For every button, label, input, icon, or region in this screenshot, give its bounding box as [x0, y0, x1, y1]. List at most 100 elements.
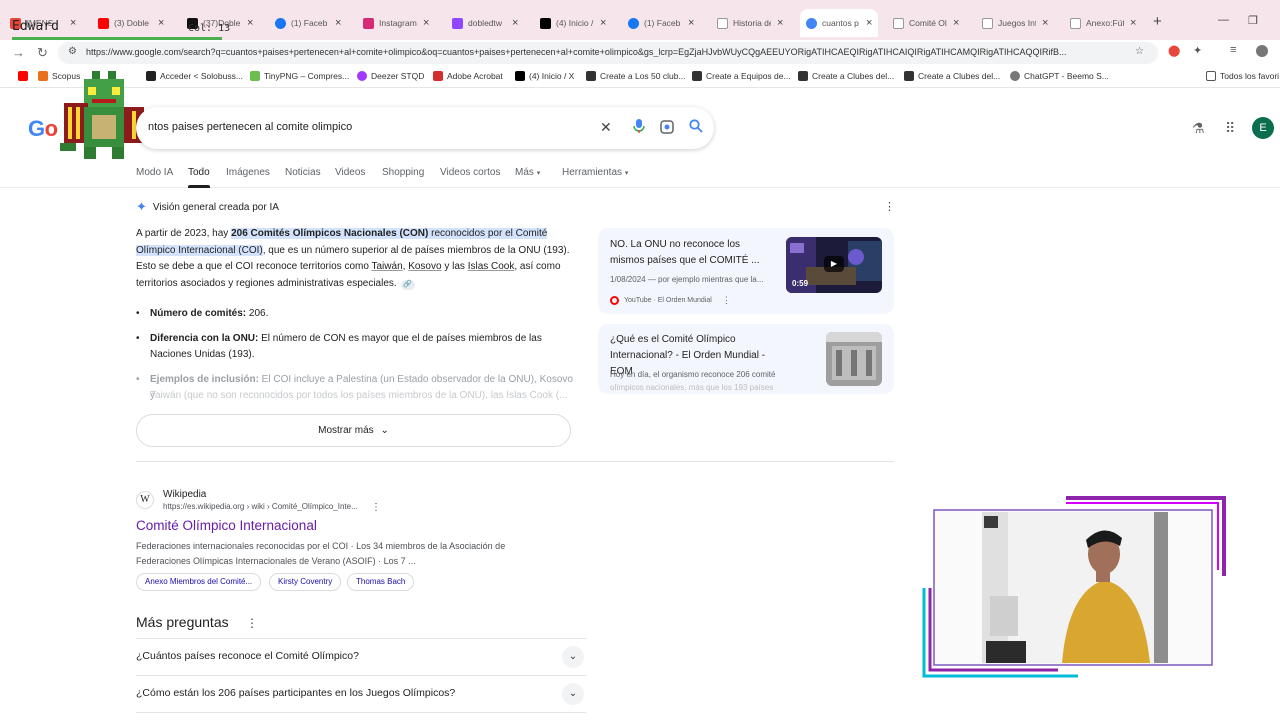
close-icon[interactable]: ×	[1130, 17, 1136, 29]
ai-link-taiwan[interactable]: Taiwán	[372, 261, 403, 272]
browser-tab[interactable]: dobledtw ×	[452, 13, 518, 33]
bookmark[interactable]: Deezer STQD	[357, 71, 424, 81]
chevron-down-icon[interactable]: ⌄	[562, 683, 584, 705]
ai-link-kosovo[interactable]: Kosovo	[408, 261, 441, 272]
browser-tab[interactable]: (3) Doble ×	[98, 13, 164, 33]
close-icon[interactable]: ×	[423, 17, 429, 29]
tab-label: (3) Doble	[114, 18, 149, 28]
tab-todo[interactable]: Todo	[188, 167, 210, 178]
paa-heading: Más preguntas	[136, 614, 229, 630]
search-input[interactable]: ntos paises pertenecen al comite olimpic…	[148, 121, 352, 133]
more-options-icon[interactable]: ⋮	[246, 616, 258, 630]
browser-tab[interactable]: (4) Inicio / ×	[540, 13, 606, 33]
browser-tab[interactable]: Instagram ×	[363, 13, 429, 33]
microphone-icon[interactable]	[633, 118, 645, 137]
bookmark-youtube[interactable]	[18, 71, 32, 81]
sitelink-chip[interactable]: Kirsty Coventry	[269, 573, 342, 591]
close-icon[interactable]: ×	[158, 17, 164, 29]
browser-tab[interactable]: (1) Faceb ×	[275, 13, 341, 33]
close-icon[interactable]: ×	[335, 17, 341, 29]
browser-tab[interactable]: Historia de ×	[717, 13, 783, 33]
article-thumbnail[interactable]	[826, 332, 882, 386]
video-thumbnail[interactable]: ▶ 0:59	[786, 237, 882, 293]
close-icon[interactable]: ×	[688, 17, 694, 29]
tab-videos-cortos[interactable]: Videos cortos	[440, 167, 500, 178]
close-icon[interactable]: ×	[247, 17, 253, 29]
new-tab-button[interactable]: +	[1153, 13, 1162, 30]
profile-icon[interactable]	[1256, 45, 1268, 57]
extension-icon[interactable]: ⬤	[1168, 44, 1180, 57]
paa-question[interactable]	[136, 712, 586, 720]
show-more-button[interactable]: Mostrar más ⌄	[136, 414, 571, 447]
paa-question[interactable]: ¿Cuántos países reconoce el Comité Olímp…	[136, 638, 586, 674]
back-icon[interactable]: →	[12, 45, 25, 60]
tab-label: dobledtw	[468, 18, 503, 28]
sitelink-chip[interactable]: Anexo Miembros del Comité...	[136, 573, 262, 591]
avatar[interactable]: E	[1252, 117, 1274, 139]
reload-icon[interactable]: ↻	[37, 45, 48, 61]
link-icon[interactable]: 🔗	[400, 279, 415, 290]
ai-link-islas-cook[interactable]: Islas Cook	[468, 261, 515, 272]
more-options-icon[interactable]: ⋮	[722, 295, 731, 306]
tab-shopping[interactable]: Shopping	[382, 167, 424, 178]
bookmark[interactable]: Create a Clubes del...	[798, 71, 894, 81]
media-icon[interactable]: ≡	[1230, 44, 1236, 56]
chevron-down-icon[interactable]: ⌄	[562, 646, 584, 668]
bookmark[interactable]: Create a Los 50 club...	[586, 71, 686, 81]
apps-grid-icon[interactable]: ⠿	[1225, 120, 1235, 137]
bookmark[interactable]: (4) Inicio / X	[515, 71, 574, 81]
result-title-link[interactable]: Comité Olímpico Internacional	[136, 518, 317, 533]
bookmark-label: ChatGPT - Beemo S...	[1024, 71, 1109, 81]
url-text[interactable]: https://www.google.com/search?q=cuantos+…	[86, 47, 1126, 57]
bookmark[interactable]: Create a Equipos de...	[692, 71, 791, 81]
search-icon[interactable]	[689, 119, 703, 136]
close-icon[interactable]: ×	[70, 17, 76, 29]
close-icon[interactable]: ×	[1042, 17, 1048, 29]
close-icon[interactable]: ×	[866, 17, 872, 29]
camera-lens-icon[interactable]	[660, 120, 674, 137]
article-source-card[interactable]: ¿Qué es el Comité Olímpico Internacional…	[598, 324, 894, 394]
search-box[interactable]: ntos paises pertenecen al comite olimpic…	[136, 107, 714, 149]
bookmark[interactable]: TinyPNG – Compres...	[250, 71, 349, 81]
minimize-icon[interactable]: —	[1218, 14, 1229, 26]
card-title[interactable]: NO. La ONU no reconoce los mismos países…	[610, 237, 776, 269]
result-site-name[interactable]: Wikipedia	[163, 489, 206, 500]
close-icon[interactable]: ×	[777, 17, 783, 29]
close-icon[interactable]: ×	[600, 17, 606, 29]
clear-icon[interactable]: ✕	[600, 119, 612, 136]
browser-tab[interactable]: (1) Faceb ×	[628, 13, 694, 33]
bookmark[interactable]: Create a Clubes del...	[904, 71, 1000, 81]
site-info-icon[interactable]: ⚙	[68, 46, 77, 57]
bullet-label: Ejemplos de inclusión:	[150, 373, 259, 385]
omnibox[interactable]: ⚙ https://www.google.com/search?q=cuanto…	[58, 42, 1158, 64]
close-icon[interactable]: ×	[512, 17, 518, 29]
bookmark[interactable]: ChatGPT - Beemo S...	[1010, 71, 1109, 81]
browser-tab[interactable]: Anexo:Fút ×	[1070, 13, 1136, 33]
tab-videos[interactable]: Videos	[335, 167, 365, 178]
paa-question[interactable]: ¿Cómo están los 206 países participantes…	[136, 675, 586, 711]
labs-flask-icon[interactable]: ⚗	[1192, 120, 1205, 137]
video-source-card[interactable]: NO. La ONU no reconoce los mismos países…	[598, 228, 894, 314]
close-icon[interactable]: ×	[953, 17, 959, 29]
browser-tab-active[interactable]: cuantos p ×	[800, 9, 879, 37]
sitelink-chip[interactable]: Thomas Bach	[347, 573, 415, 591]
browser-tab[interactable]: Comité Ol ×	[893, 13, 959, 33]
star-icon[interactable]: ☆	[1135, 46, 1144, 57]
tab-noticias[interactable]: Noticias	[285, 167, 321, 178]
tab-modo-ia[interactable]: Modo IA	[136, 167, 173, 178]
browser-tab[interactable]: Juegos Int ×	[982, 13, 1048, 33]
tab-imagenes[interactable]: Imágenes	[226, 167, 270, 178]
tab-herramientas[interactable]: Herramientas ▾	[562, 167, 628, 178]
result-url[interactable]: https://es.wikipedia.org › wiki › Comité…	[163, 502, 358, 511]
tab-mas[interactable]: Más ▾	[515, 167, 540, 178]
snippet-line: Federaciones Olímpicas Internacionales d…	[136, 556, 416, 566]
more-options-icon[interactable]: ⋮	[371, 502, 381, 513]
restore-icon[interactable]: ❐	[1248, 14, 1258, 27]
bookmark[interactable]: Adobe Acrobat	[433, 71, 503, 81]
more-options-icon[interactable]: ⋮	[884, 200, 895, 213]
all-bookmarks[interactable]: Todos los favori	[1206, 71, 1279, 81]
extensions-puzzle-icon[interactable]: ✦	[1193, 44, 1202, 57]
google-logo[interactable]: Go	[28, 116, 58, 142]
play-icon[interactable]: ▶	[824, 256, 844, 272]
bookmark[interactable]: Acceder < Solobuss...	[146, 71, 243, 81]
